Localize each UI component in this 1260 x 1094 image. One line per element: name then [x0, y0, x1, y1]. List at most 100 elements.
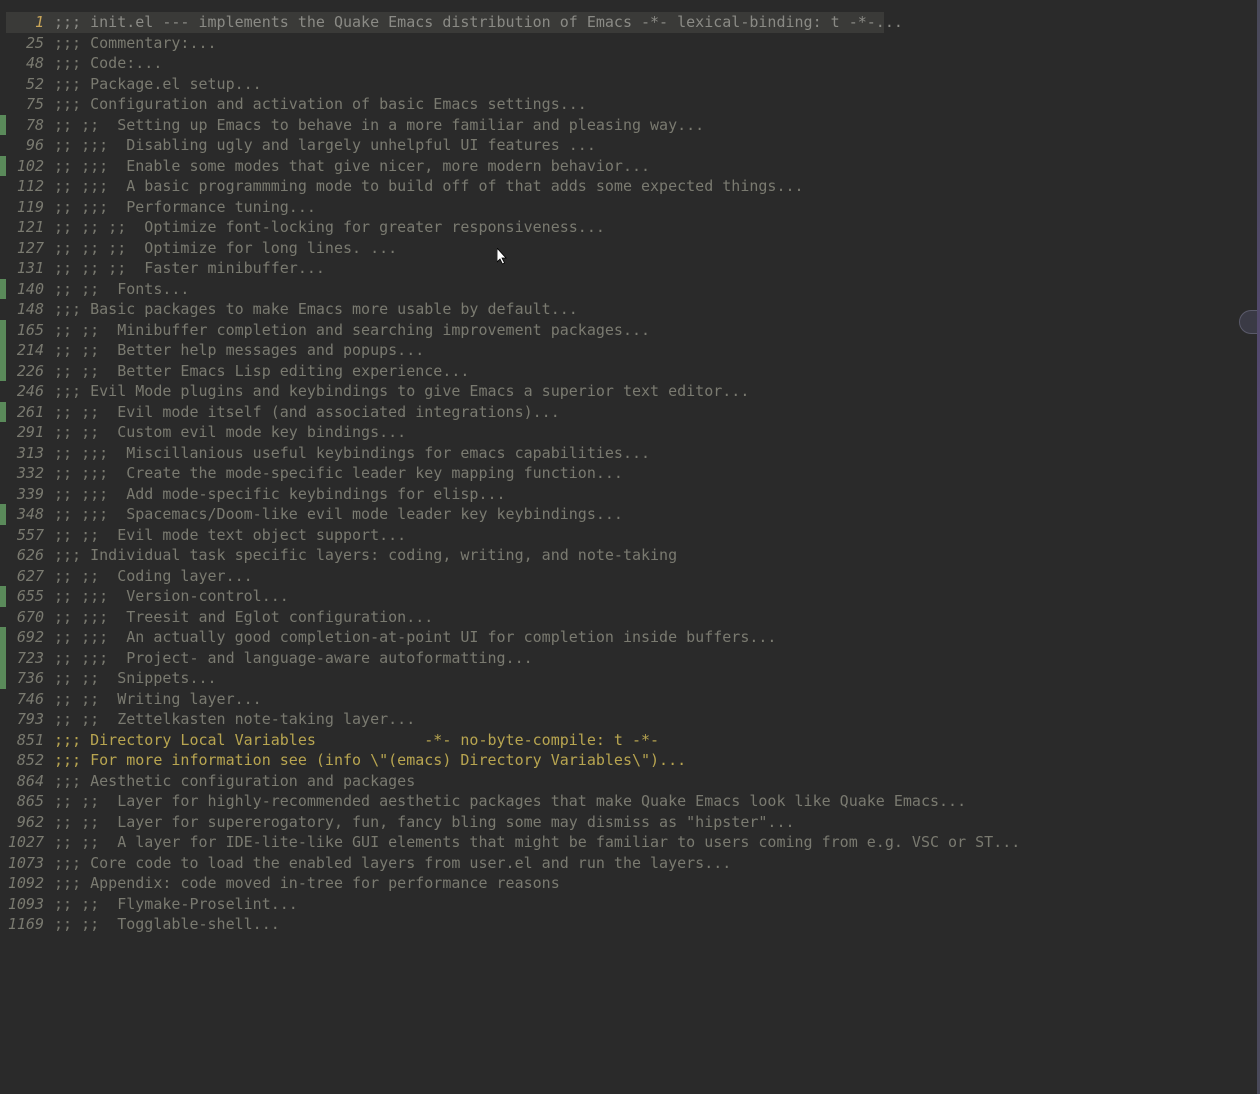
- line-text: ;; ;; Writing layer...: [48, 689, 262, 710]
- code-line[interactable]: 692;; ;;; An actually good completion-at…: [0, 627, 1260, 648]
- line-text: ;; ;; Setting up Emacs to behave in a mo…: [48, 115, 704, 136]
- code-line[interactable]: 339;; ;;; Add mode-specific keybindings …: [0, 484, 1260, 505]
- line-number: 1027: [6, 832, 48, 853]
- line-number: 165: [6, 320, 48, 341]
- line-text: ;;; Directory Local Variables -*- no-byt…: [48, 730, 659, 751]
- code-line[interactable]: 1;;; init.el --- implements the Quake Em…: [0, 12, 1260, 33]
- line-number: 557: [6, 525, 48, 546]
- line-text: ;; ;; Evil mode itself (and associated i…: [48, 402, 560, 423]
- code-line[interactable]: 226;; ;; Better Emacs Lisp editing exper…: [0, 361, 1260, 382]
- line-text: ;; ;;; Project- and language-aware autof…: [48, 648, 533, 669]
- line-text: ;;; Evil Mode plugins and keybindings to…: [48, 381, 749, 402]
- code-line[interactable]: 102;; ;;; Enable some modes that give ni…: [0, 156, 1260, 177]
- line-text: ;; ;;; An actually good completion-at-po…: [48, 627, 776, 648]
- code-line[interactable]: 746;; ;; Writing layer...: [0, 689, 1260, 710]
- line-number: 140: [6, 279, 48, 300]
- line-number: 670: [6, 607, 48, 628]
- line-text: ;; ;;; Version-control...: [48, 586, 289, 607]
- code-line[interactable]: 119;; ;;; Performance tuning...: [0, 197, 1260, 218]
- code-line[interactable]: 1093;; ;; Flymake-Proselint...: [0, 894, 1260, 915]
- code-line[interactable]: 864;;; Aesthetic configuration and packa…: [0, 771, 1260, 792]
- line-text: ;; ;;; Disabling ugly and largely unhelp…: [48, 135, 596, 156]
- code-line[interactable]: 48;;; Code:...: [0, 53, 1260, 74]
- code-line[interactable]: 1092;;; Appendix: code moved in-tree for…: [0, 873, 1260, 894]
- line-number: 102: [6, 156, 48, 177]
- code-line[interactable]: 148;;; Basic packages to make Emacs more…: [0, 299, 1260, 320]
- code-line[interactable]: 851;;; Directory Local Variables -*- no-…: [0, 730, 1260, 751]
- code-line[interactable]: 655;; ;;; Version-control...: [0, 586, 1260, 607]
- line-number: 865: [6, 791, 48, 812]
- line-number: 112: [6, 176, 48, 197]
- code-line[interactable]: 626;;; Individual task specific layers: …: [0, 545, 1260, 566]
- code-line[interactable]: 670;; ;;; Treesit and Eglot configuratio…: [0, 607, 1260, 628]
- code-line[interactable]: 131;; ;; ;; Faster minibuffer...: [0, 258, 1260, 279]
- line-number: 723: [6, 648, 48, 669]
- code-line[interactable]: 25;;; Commentary:...: [0, 33, 1260, 54]
- line-text: ;; ;; Layer for highly-recommended aesth…: [48, 791, 966, 812]
- line-text: ;; ;;; Enable some modes that give nicer…: [48, 156, 650, 177]
- code-line[interactable]: 140;; ;; Fonts...: [0, 279, 1260, 300]
- code-line[interactable]: 1169;; ;; Togglable-shell...: [0, 914, 1260, 935]
- code-line[interactable]: 313;; ;;; Miscillanious useful keybindin…: [0, 443, 1260, 464]
- line-text: ;; ;; Zettelkasten note-taking layer...: [48, 709, 415, 730]
- code-line[interactable]: 165;; ;; Minibuffer completion and searc…: [0, 320, 1260, 341]
- line-text: ;; ;;; Add mode-specific keybindings for…: [48, 484, 506, 505]
- line-text: ;; ;; Better help messages and popups...: [48, 340, 424, 361]
- line-text: ;; ;;; Treesit and Eglot configuration..…: [48, 607, 433, 628]
- line-number: 75: [6, 94, 48, 115]
- code-line[interactable]: 246;;; Evil Mode plugins and keybindings…: [0, 381, 1260, 402]
- code-line[interactable]: 52;;; Package.el setup...: [0, 74, 1260, 95]
- line-number: 119: [6, 197, 48, 218]
- line-text: ;; ;; ;; Optimize for long lines. ...: [48, 238, 397, 259]
- code-line[interactable]: 348;; ;;; Spacemacs/Doom-like evil mode …: [0, 504, 1260, 525]
- line-number: 96: [6, 135, 48, 156]
- code-line[interactable]: 962;; ;; Layer for supererogatory, fun, …: [0, 812, 1260, 833]
- code-line[interactable]: 78;; ;; Setting up Emacs to behave in a …: [0, 115, 1260, 136]
- line-number: 1073: [6, 853, 48, 874]
- line-number: 313: [6, 443, 48, 464]
- line-number: 851: [6, 730, 48, 751]
- code-line[interactable]: 291;; ;; Custom evil mode key bindings..…: [0, 422, 1260, 443]
- scrollbar-handle[interactable]: [1239, 310, 1257, 334]
- line-text: ;; ;;; Performance tuning...: [48, 197, 316, 218]
- code-line[interactable]: 736;; ;; Snippets...: [0, 668, 1260, 689]
- code-line[interactable]: 332;; ;;; Create the mode-specific leade…: [0, 463, 1260, 484]
- code-line[interactable]: 214;; ;; Better help messages and popups…: [0, 340, 1260, 361]
- line-text: ;; ;; Better Emacs Lisp editing experien…: [48, 361, 469, 382]
- line-text: ;; ;; Snippets...: [48, 668, 217, 689]
- code-line[interactable]: 1027;; ;; A layer for IDE-lite-like GUI …: [0, 832, 1260, 853]
- code-line[interactable]: 793;; ;; Zettelkasten note-taking layer.…: [0, 709, 1260, 730]
- line-number: 692: [6, 627, 48, 648]
- line-number: 48: [6, 53, 48, 74]
- line-text: ;; ;;; A basic programmming mode to buil…: [48, 176, 804, 197]
- line-number: 864: [6, 771, 48, 792]
- code-line[interactable]: 121;; ;; ;; Optimize font-locking for gr…: [0, 217, 1260, 238]
- code-line[interactable]: 261;; ;; Evil mode itself (and associate…: [0, 402, 1260, 423]
- code-line[interactable]: 127;; ;; ;; Optimize for long lines. ...: [0, 238, 1260, 259]
- line-number: 78: [6, 115, 48, 136]
- line-text: ;; ;; Fonts...: [48, 279, 189, 300]
- line-text: ;;; Code:...: [48, 53, 162, 74]
- code-line[interactable]: 96;; ;;; Disabling ugly and largely unhe…: [0, 135, 1260, 156]
- code-line[interactable]: 557;; ;; Evil mode text object support..…: [0, 525, 1260, 546]
- line-number: 131: [6, 258, 48, 279]
- line-number: 627: [6, 566, 48, 587]
- line-text: ;; ;; Flymake-Proselint...: [48, 894, 298, 915]
- line-text: ;; ;; Evil mode text object support...: [48, 525, 406, 546]
- code-editor[interactable]: 1;;; init.el --- implements the Quake Em…: [0, 0, 1260, 935]
- code-line[interactable]: 1073;;; Core code to load the enabled la…: [0, 853, 1260, 874]
- line-number: 1092: [6, 873, 48, 894]
- line-number: 121: [6, 217, 48, 238]
- line-text: ;;; init.el --- implements the Quake Ema…: [48, 12, 903, 33]
- line-text: ;;; Individual task specific layers: cod…: [48, 545, 677, 566]
- code-line[interactable]: 112;; ;;; A basic programmming mode to b…: [0, 176, 1260, 197]
- code-line[interactable]: 852;;; For more information see (info \"…: [0, 750, 1260, 771]
- line-text: ;; ;; Minibuffer completion and searchin…: [48, 320, 650, 341]
- code-line[interactable]: 627;; ;; Coding layer...: [0, 566, 1260, 587]
- code-line[interactable]: 865;; ;; Layer for highly-recommended ae…: [0, 791, 1260, 812]
- code-line[interactable]: 75;;; Configuration and activation of ba…: [0, 94, 1260, 115]
- code-line[interactable]: 723;; ;;; Project- and language-aware au…: [0, 648, 1260, 669]
- line-number: 1: [6, 12, 48, 33]
- line-number: 626: [6, 545, 48, 566]
- line-text: ;; ;; A layer for IDE-lite-like GUI elem…: [48, 832, 1020, 853]
